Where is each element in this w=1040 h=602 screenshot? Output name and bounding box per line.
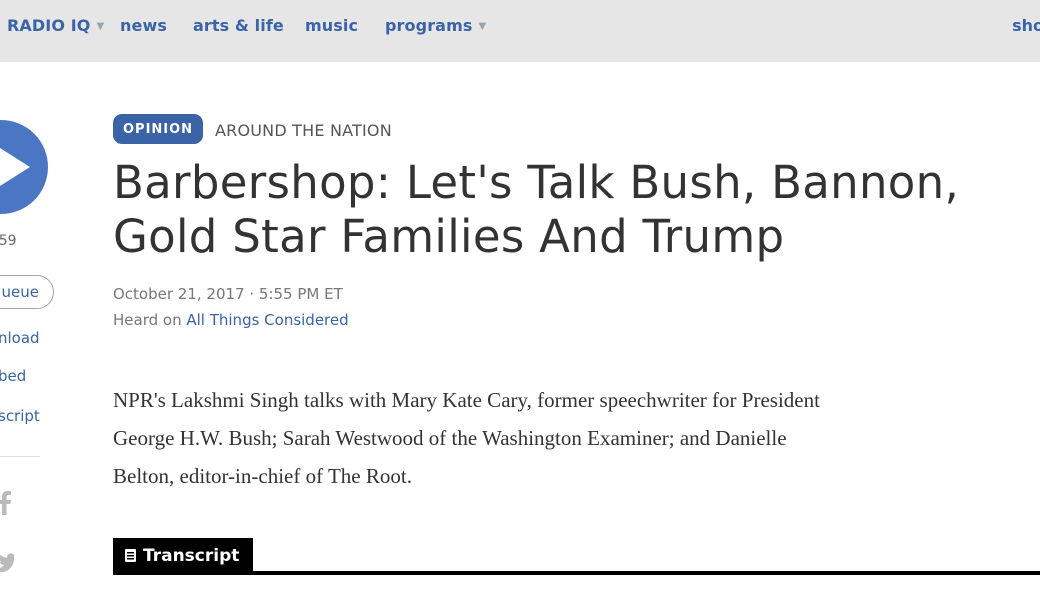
summary-line: NPR's Lakshmi Singh talks with Mary Kate… [113,388,820,412]
headline-line-2: Gold Star Families And Trump [113,210,785,263]
embed-link[interactable]: bed [0,367,26,385]
audio-duration: :59 [0,233,17,249]
transcript-icon [125,549,136,562]
queue-button-label: ueue [1,283,39,301]
article-summary: NPR's Lakshmi Singh talks with Mary Kate… [113,381,943,495]
play-button[interactable] [0,120,48,214]
nav-programs-label: programs [385,16,473,35]
nav-item-programs[interactable]: programs ▼ [385,16,486,35]
rail-divider [0,456,40,457]
nav-station-menu[interactable]: RADIO IQ ▼ [7,16,104,35]
transcript-tab-label: Transcript [143,546,240,566]
headline: Barbershop: Let's Talk Bush, Bannon, Gol… [113,156,1013,264]
dateline: October 21, 2017 · 5:55 PM ET [113,285,343,303]
chevron-down-icon: ▼ [478,21,487,32]
section-link[interactable]: AROUND THE NATION [215,121,392,140]
transcript-tab[interactable]: Transcript [113,538,254,572]
summary-line: George H.W. Bush; Sarah Westwood of the … [113,426,787,450]
opinion-badge[interactable]: OPINION [113,114,204,144]
nav-item-music[interactable]: music [305,16,358,35]
headline-line-1: Barbershop: Let's Talk Bush, Bannon, [113,156,960,209]
nav-item-news[interactable]: news [120,16,167,35]
chevron-down-icon: ▼ [96,21,105,32]
heard-on: Heard on All Things Considered [113,311,349,329]
nav-station-label: RADIO IQ [7,16,91,35]
top-nav: RADIO IQ ▼ news arts & life music program… [0,0,1040,62]
transcript-link[interactable]: script [0,407,40,425]
transcript-divider [113,571,1040,575]
twitter-icon[interactable] [0,553,14,578]
facebook-icon[interactable] [0,491,14,520]
queue-button[interactable]: ueue [0,275,54,309]
heard-on-prefix: Heard on [113,311,187,329]
program-link[interactable]: All Things Considered [186,311,348,329]
nav-item-shop[interactable]: sho [1012,16,1040,35]
nav-item-arts-life[interactable]: arts & life [193,16,284,35]
play-icon [0,148,30,186]
summary-line: Belton, editor-in-chief of The Root. [113,464,412,488]
download-link[interactable]: nload [0,329,40,347]
